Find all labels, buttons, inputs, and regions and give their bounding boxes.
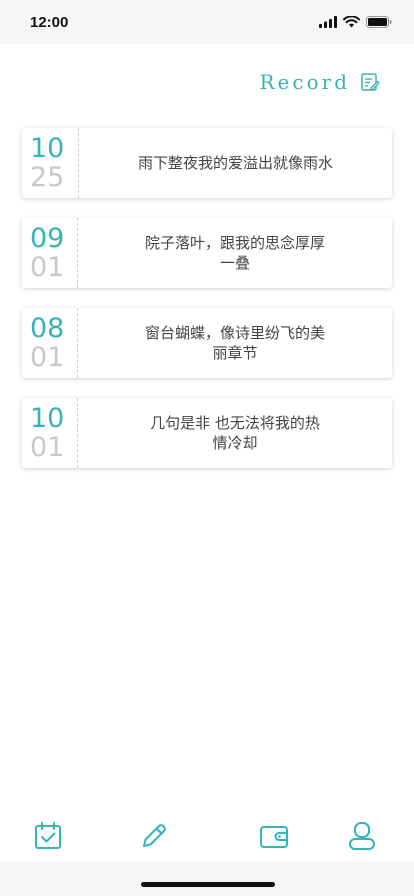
card-month: 09 (30, 223, 65, 254)
card-month: 10 (30, 133, 65, 164)
card-month: 10 (30, 403, 65, 434)
tab-write[interactable] (138, 820, 170, 852)
card-day: 01 (30, 252, 65, 283)
card-text-area: 院子落叶，跟我的思念厚厚一叠 (78, 218, 392, 288)
calendar-check-icon (35, 822, 61, 849)
card-month: 08 (30, 313, 65, 344)
card-date: 08 01 (22, 308, 78, 378)
card-date: 10 25 (22, 128, 79, 198)
record-screen: Record 10 25 雨下整夜我的爱溢出就像雨水 09 01 院子落叶，跟我… (0, 44, 414, 862)
card-date: 09 01 (22, 218, 78, 288)
card-text: 院子落叶，跟我的思念厚厚一叠 (145, 234, 326, 272)
wifi-icon (343, 16, 360, 28)
page-title: Record (259, 70, 350, 94)
wallet-icon (260, 826, 288, 848)
record-card[interactable]: 10 01 几句是非 也无法将我的热情冷却 (22, 398, 392, 468)
card-text-area: 窗台蝴蝶，像诗里纷飞的美丽章节 (78, 308, 392, 378)
tab-bar (0, 812, 414, 862)
status-bar: 12:00 (0, 0, 414, 44)
pencil-icon (143, 824, 166, 847)
card-text: 几句是非 也无法将我的热情冷却 (150, 414, 320, 452)
record-card[interactable]: 08 01 窗台蝴蝶，像诗里纷飞的美丽章节 (22, 308, 392, 378)
card-text: 雨下整夜我的爱溢出就像雨水 (137, 154, 333, 172)
tab-calendar[interactable] (32, 820, 64, 852)
home-indicator[interactable] (141, 882, 275, 887)
user-icon (349, 822, 375, 850)
edit-note-icon[interactable] (360, 72, 380, 92)
card-text-area: 几句是非 也无法将我的热情冷却 (78, 398, 392, 468)
status-icons (319, 16, 392, 28)
tab-profile[interactable] (346, 820, 378, 852)
battery-icon (366, 16, 392, 28)
home-indicator-area (0, 862, 414, 896)
card-date: 10 01 (22, 398, 78, 468)
status-time: 12:00 (30, 13, 69, 31)
card-day: 25 (30, 162, 65, 193)
record-card[interactable]: 09 01 院子落叶，跟我的思念厚厚一叠 (22, 218, 392, 288)
record-card[interactable]: 10 25 雨下整夜我的爱溢出就像雨水 (22, 128, 392, 198)
signal-icon (319, 16, 337, 28)
card-text-area: 雨下整夜我的爱溢出就像雨水 (79, 128, 392, 198)
card-text: 窗台蝴蝶，像诗里纷飞的美丽章节 (145, 324, 326, 362)
card-day: 01 (30, 342, 65, 373)
record-header: Record (260, 70, 381, 94)
tab-wallet[interactable] (258, 820, 290, 852)
card-day: 01 (30, 432, 65, 463)
